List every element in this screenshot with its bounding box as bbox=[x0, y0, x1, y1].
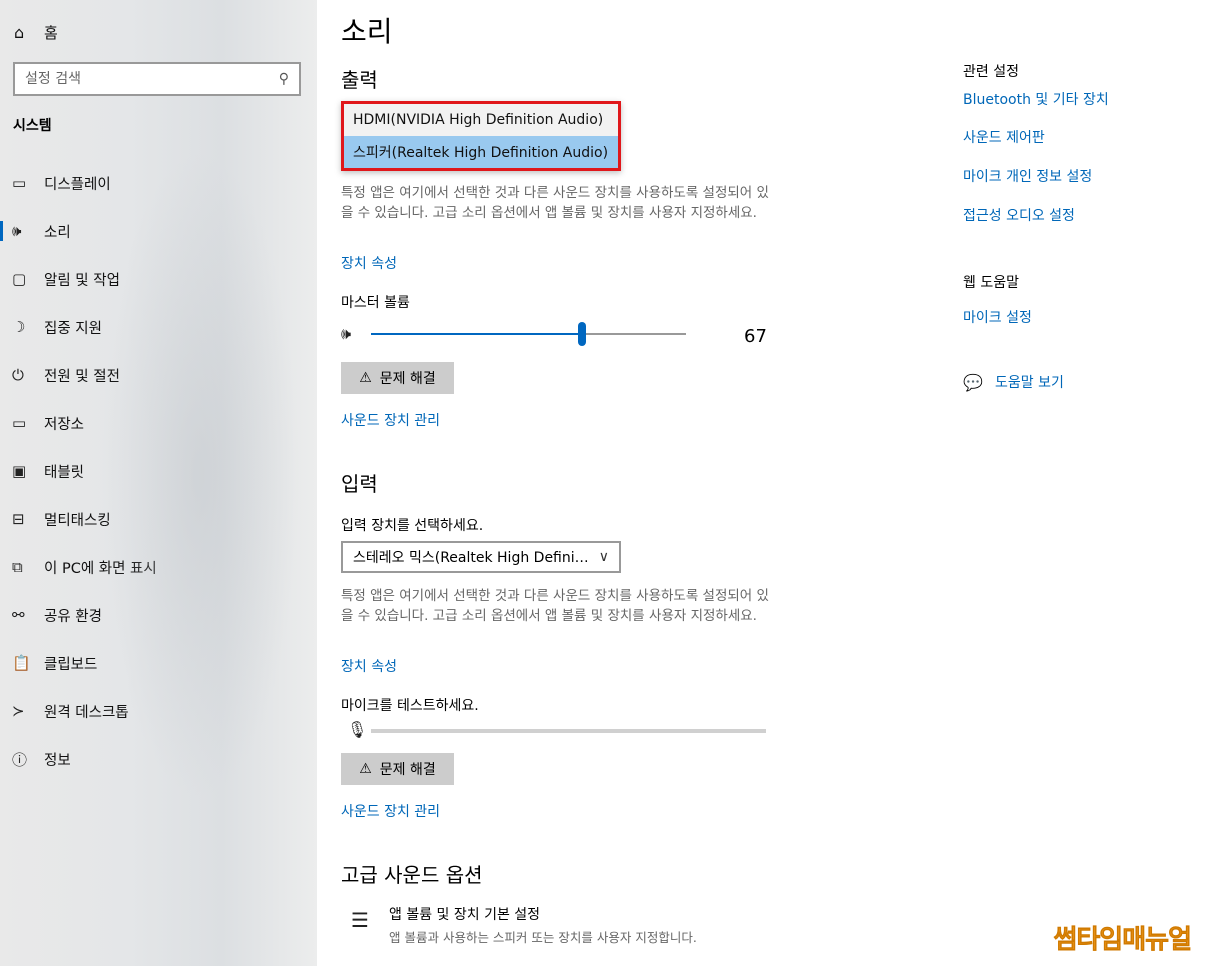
sidebar-item-label: 멀티태스킹 bbox=[44, 512, 111, 529]
search-input[interactable] bbox=[25, 71, 279, 87]
input-description: 특정 앱은 여기에서 선택한 것과 다른 사운드 장치를 사용하도록 설정되어 … bbox=[341, 588, 769, 624]
speaker-icon: 🕪 bbox=[12, 222, 22, 240]
dropdown-option-speaker[interactable]: 스피커(Realtek High Definition Audio) bbox=[344, 136, 618, 168]
sidebar-item-7[interactable]: ⊟ 멀티태스킹 bbox=[0, 495, 317, 543]
sidebar-item-label: 알림 및 작업 bbox=[44, 272, 120, 289]
input-manage-devices-link[interactable]: 사운드 장치 관리 bbox=[341, 801, 440, 821]
app-volume-settings-item[interactable]: ☰ 앱 볼륨 및 장치 기본 설정 앱 볼륨과 사용하는 스피커 또는 장치를 … bbox=[351, 904, 697, 946]
multitasking-icon: ⊟ bbox=[12, 510, 25, 528]
sidebar-item-8[interactable]: ⧉ 이 PC에 화면 표시 bbox=[0, 543, 317, 591]
troubleshoot-label: 문제 해결 bbox=[379, 762, 436, 778]
home-icon: ⌂ bbox=[14, 22, 25, 42]
sidebar-item-label: 집중 지원 bbox=[44, 320, 102, 337]
sidebar-item-label: 디스플레이 bbox=[44, 176, 111, 193]
warning-icon: ⚠ bbox=[359, 761, 372, 777]
chevron-down-icon: ∨ bbox=[598, 549, 609, 565]
advanced-heading: 고급 사운드 옵션 bbox=[341, 863, 483, 887]
microphone-icon: 🎙 bbox=[347, 720, 368, 739]
app-volume-title: 앱 볼륨 및 장치 기본 설정 bbox=[389, 907, 541, 923]
sidebar-item-label: 전원 및 절전 bbox=[44, 368, 120, 385]
web-help-heading: 웹 도움말 bbox=[963, 275, 1019, 291]
accessibility-audio-link[interactable]: 접근성 오디오 설정 bbox=[963, 205, 1075, 225]
volume-slider-fill bbox=[371, 333, 583, 335]
share-icon: ⚯ bbox=[12, 606, 25, 624]
sidebar-item-label: 공유 환경 bbox=[44, 608, 102, 625]
volume-slider-thumb[interactable] bbox=[578, 322, 587, 346]
dropdown-option-hdmi[interactable]: HDMI(NVIDIA High Definition Audio) bbox=[344, 104, 618, 136]
clipboard-icon: 📋 bbox=[12, 654, 31, 672]
sidebar-item-4[interactable]: ⏻ 전원 및 절전 bbox=[0, 351, 317, 399]
mic-test-label: 마이크를 테스트하세요. bbox=[341, 698, 479, 714]
info-icon: ⓘ bbox=[12, 750, 28, 769]
bluetooth-link[interactable]: Bluetooth 및 기타 장치 bbox=[963, 89, 1109, 109]
page-title: 소리 bbox=[341, 15, 393, 48]
sidebar-item-12[interactable]: ⓘ 정보 bbox=[0, 735, 317, 783]
sidebar-item-2[interactable]: ▢ 알림 및 작업 bbox=[0, 255, 317, 303]
search-icon[interactable]: ⚲ bbox=[279, 71, 289, 87]
output-description: 특정 앱은 여기에서 선택한 것과 다른 사운드 장치를 사용하도록 설정되어 … bbox=[341, 185, 769, 221]
sidebar: ⌂ 홈 ⚲ 시스템 ▭ 디스플레이 🕪 소리 ▢ 알림 및 작업 ☽ 집중 지원 ⏻ 전원 및 절… bbox=[0, 0, 317, 966]
sidebar-item-label: 원격 데스크톱 bbox=[44, 704, 129, 721]
master-volume-label: 마스터 볼륨 bbox=[341, 295, 410, 311]
input-select-label: 입력 장치를 선택하세요. bbox=[341, 518, 484, 534]
mic-setup-link[interactable]: 마이크 설정 bbox=[963, 307, 1032, 327]
app-volume-desc: 앱 볼륨과 사용하는 스피커 또는 장치를 사용자 지정합니다. bbox=[389, 930, 697, 945]
sidebar-item-label: 클립보드 bbox=[44, 656, 98, 673]
output-troubleshoot-button[interactable]: ⚠ 문제 해결 bbox=[341, 362, 454, 394]
storage-icon: ▭ bbox=[12, 414, 27, 432]
project-icon: ⧉ bbox=[12, 558, 23, 576]
sidebar-item-0[interactable]: ▭ 디스플레이 bbox=[0, 159, 317, 207]
sidebar-item-5[interactable]: ▭ 저장소 bbox=[0, 399, 317, 447]
output-heading: 출력 bbox=[341, 68, 378, 92]
sidebar-item-label: 이 PC에 화면 표시 bbox=[44, 560, 157, 577]
input-troubleshoot-button[interactable]: ⚠ 문제 해결 bbox=[341, 753, 454, 785]
sidebar-item-label: 정보 bbox=[44, 752, 71, 769]
input-device-value: 스테레오 믹스(Realtek High Definiti... bbox=[353, 550, 593, 566]
output-manage-devices-link[interactable]: 사운드 장치 관리 bbox=[341, 410, 440, 430]
home-label: 홈 bbox=[44, 23, 58, 42]
equalizer-icon: ☰ bbox=[351, 908, 369, 932]
sidebar-item-9[interactable]: ⚯ 공유 환경 bbox=[0, 591, 317, 639]
monitor-icon: ▭ bbox=[12, 174, 27, 192]
input-device-select[interactable]: 스테레오 믹스(Realtek High Definiti... ∨ bbox=[341, 541, 621, 573]
related-settings-heading: 관련 설정 bbox=[963, 64, 1019, 80]
chat-help-icon: 💬 bbox=[963, 372, 983, 392]
sidebar-item-6[interactable]: ▣ 태블릿 bbox=[0, 447, 317, 495]
output-device-dropdown[interactable]: HDMI(NVIDIA High Definition Audio) 스피커(R… bbox=[341, 101, 621, 171]
mic-privacy-link[interactable]: 마이크 개인 정보 설정 bbox=[963, 166, 1092, 186]
sidebar-item-11[interactable]: ≻ 원격 데스크톱 bbox=[0, 687, 317, 735]
settings-search[interactable]: ⚲ bbox=[13, 62, 301, 96]
volume-value: 67 bbox=[744, 326, 767, 347]
get-help-row[interactable]: 💬 도움말 보기 bbox=[963, 372, 1064, 392]
input-heading: 입력 bbox=[341, 472, 378, 496]
remote-desktop-icon: ≻ bbox=[12, 702, 25, 720]
sidebar-item-1[interactable]: 🕪 소리 bbox=[0, 207, 317, 255]
volume-slider[interactable] bbox=[371, 322, 686, 346]
sidebar-item-10[interactable]: 📋 클립보드 bbox=[0, 639, 317, 687]
sidebar-item-label: 소리 bbox=[44, 224, 71, 241]
power-icon: ⏻ bbox=[12, 366, 24, 384]
warning-icon: ⚠ bbox=[359, 370, 372, 386]
sidebar-item-3[interactable]: ☽ 집중 지원 bbox=[0, 303, 317, 351]
watermark-logo: 썸타임매뉴얼 bbox=[1053, 925, 1192, 956]
sidebar-item-label: 저장소 bbox=[44, 416, 85, 433]
sound-control-panel-link[interactable]: 사운드 제어판 bbox=[963, 127, 1045, 147]
home-nav[interactable]: ⌂ 홈 bbox=[14, 20, 58, 44]
mic-level-bar bbox=[371, 729, 766, 733]
output-device-properties-link[interactable]: 장치 속성 bbox=[341, 253, 397, 273]
troubleshoot-label: 문제 해결 bbox=[379, 371, 436, 387]
moon-icon: ☽ bbox=[12, 318, 26, 336]
notification-icon: ▢ bbox=[12, 270, 27, 288]
sidebar-item-label: 태블릿 bbox=[44, 464, 85, 481]
tablet-icon: ▣ bbox=[12, 462, 27, 480]
volume-icon[interactable]: 🕪 bbox=[341, 324, 351, 344]
get-help-link[interactable]: 도움말 보기 bbox=[995, 372, 1064, 392]
sidebar-nav: ▭ 디스플레이 🕪 소리 ▢ 알림 및 작업 ☽ 집중 지원 ⏻ 전원 및 절전 ▭ 저장소 ▣ 태블릿 ⊟… bbox=[0, 159, 317, 783]
sidebar-section-title: 시스템 bbox=[13, 118, 52, 134]
input-device-properties-link[interactable]: 장치 속성 bbox=[341, 656, 397, 676]
